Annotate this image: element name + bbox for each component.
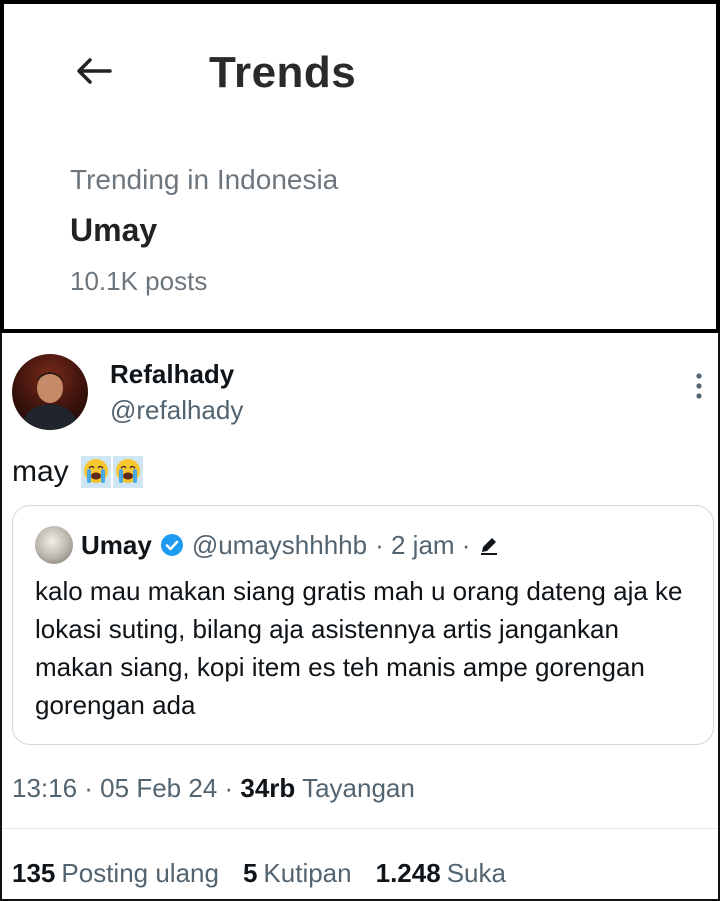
reposts-label: Posting ulang	[61, 858, 219, 888]
author-display-name[interactable]: Refalhady	[110, 359, 234, 390]
tweet-datetime[interactable]: 13:16 · 05 Feb 24 ·	[12, 773, 233, 803]
engagement-stats: 135 Posting ulang 5 Kutipan 1.248 Suka	[12, 858, 506, 889]
quotes-label: Kutipan	[263, 858, 352, 888]
quoted-avatar[interactable]	[35, 526, 73, 564]
reposts-stat[interactable]: 135 Posting ulang	[12, 858, 219, 889]
trend-context: Trending in Indonesia	[70, 164, 339, 195]
avatar[interactable]	[12, 354, 88, 430]
quoted-tweet[interactable]: Umay @umayshhhhb · 2 jam · kalo mau maka…	[12, 505, 714, 745]
reposts-count: 135	[12, 858, 56, 888]
quotes-count: 5	[242, 858, 258, 888]
tweet-text: may	[12, 455, 143, 489]
loudly-crying-face-emoji-icon	[112, 456, 143, 488]
arrow-left-icon[interactable]	[74, 56, 114, 86]
loudly-crying-face-emoji-icon	[80, 456, 111, 488]
likes-label: Suka	[446, 858, 506, 888]
author-handle[interactable]: @refalhady	[110, 395, 243, 426]
avatar-person-icon	[20, 372, 80, 430]
likes-count: 1.248	[375, 858, 441, 888]
trends-panel: Trends Trending in Indonesia Umay 10.1K …	[0, 0, 720, 333]
trend-post-count: 10.1K posts	[70, 266, 208, 296]
more-vertical-icon[interactable]	[694, 371, 704, 401]
quoted-timestamp: · 2 jam ·	[375, 529, 471, 560]
quotes-stat[interactable]: 5 Kutipan	[243, 858, 352, 889]
trend-name[interactable]: Umay	[70, 212, 157, 249]
likes-stat[interactable]: 1.248 Suka	[376, 858, 506, 889]
quoted-tweet-header: Umay @umayshhhhb · 2 jam ·	[35, 526, 500, 564]
pencil-icon	[481, 538, 498, 555]
divider	[2, 828, 718, 829]
tweet-meta: 13:16 · 05 Feb 24 · 34rb Tayangan	[12, 773, 415, 804]
quoted-author-handle[interactable]: @umayshhhhb	[192, 530, 367, 561]
views-label: Tayangan	[302, 773, 415, 803]
views-count: 34rb	[240, 773, 296, 803]
tweet: Refalhady @refalhady may Umay @umayshhhh…	[0, 333, 720, 901]
quoted-tweet-text: kalo mau makan siang gratis mah u orang …	[35, 576, 683, 720]
page-title: Trends	[209, 48, 357, 97]
tweet-body: may	[12, 455, 69, 488]
verified-badge-icon	[160, 534, 183, 556]
quoted-author-name[interactable]: Umay	[81, 530, 152, 561]
